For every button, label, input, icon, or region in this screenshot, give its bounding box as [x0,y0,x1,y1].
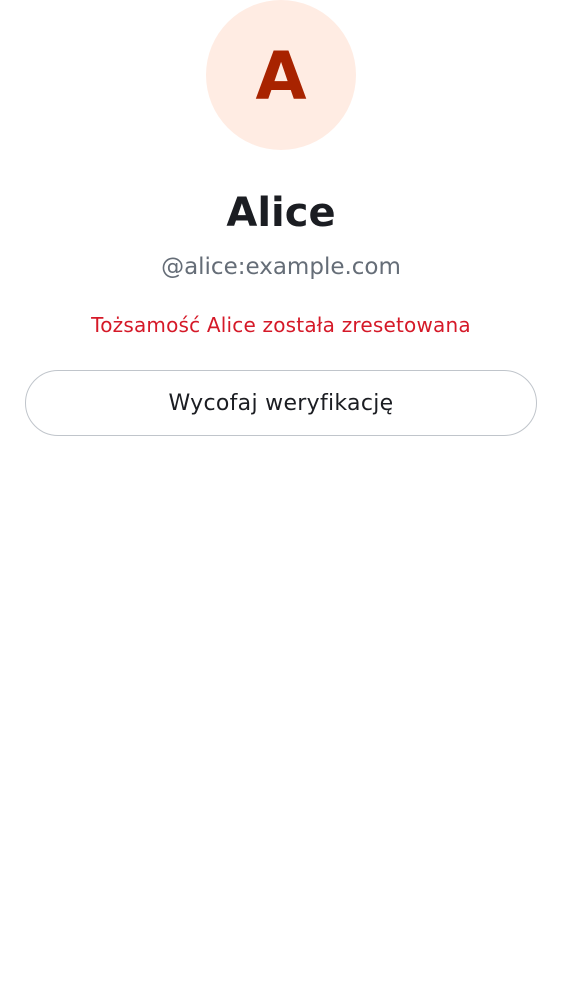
display-name: Alice [226,190,336,236]
avatar-initial: A [255,38,307,115]
user-profile-screen: A Alice @alice:example.com Tożsamość Ali… [0,0,562,1000]
withdraw-verification-button[interactable]: Wycofaj weryfikację [25,370,537,436]
identity-reset-warning: Tożsamość Alice została zresetowana [91,313,471,337]
avatar: A [206,0,356,150]
user-id: @alice:example.com [161,254,401,280]
withdraw-verification-label: Wycofaj weryfikację [168,390,394,416]
